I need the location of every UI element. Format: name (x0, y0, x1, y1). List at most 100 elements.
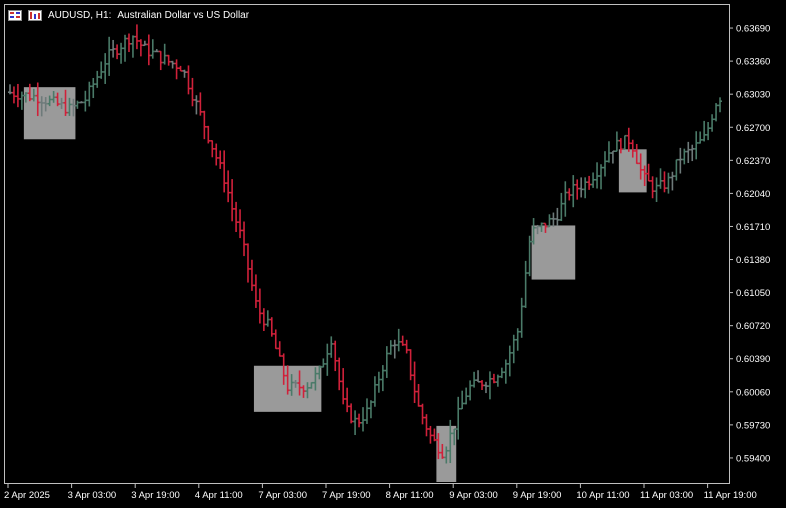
price-bar (265, 310, 270, 327)
x-tick-label: 9 Apr 03:00 (449, 490, 498, 501)
price-bar (249, 259, 254, 291)
price-bar (269, 317, 274, 337)
price-bar (579, 177, 584, 198)
y-tick-label: 0.61710 (736, 222, 770, 233)
price-bar (658, 168, 663, 189)
price-bar (154, 49, 159, 53)
price-bar (527, 235, 532, 277)
price-bar (126, 33, 131, 53)
price-bar (190, 77, 195, 107)
x-tick-label: 9 Apr 19:00 (513, 490, 562, 501)
price-axis: 0.63690 0.63360 0.63030 0.62700 0.62370 0.620… (729, 24, 770, 464)
time-axis: 2 Apr 2025 3 Apr 03:00 3 Apr 19:00 4 Apr 11… (4, 484, 757, 501)
price-bar (670, 171, 675, 191)
price-bar (555, 207, 560, 226)
price-bar (376, 371, 381, 393)
price-bar (146, 34, 151, 66)
price-bar (142, 40, 147, 47)
price-bar (361, 407, 366, 432)
price-bar (380, 365, 385, 392)
price-bar (622, 134, 627, 150)
price-bar (226, 170, 231, 203)
x-tick-label: 2 Apr 2025 (4, 490, 50, 501)
price-bar (119, 42, 124, 64)
price-bar (353, 410, 358, 436)
price-bar (614, 131, 619, 153)
x-tick-label: 11 Apr 19:00 (704, 490, 757, 501)
price-bar (591, 172, 596, 188)
price-bar (714, 103, 719, 122)
price-bar (384, 346, 389, 378)
price-bar (420, 403, 425, 425)
price-bar (87, 81, 92, 107)
price-bar (602, 151, 607, 177)
y-tick-label: 0.63690 (736, 24, 770, 35)
price-bar (432, 428, 437, 442)
symbol-label: AUDUSD, H1: (48, 9, 112, 21)
price-bar (123, 34, 128, 62)
price-bar (400, 335, 405, 346)
price-bar (412, 361, 417, 404)
price-bar (718, 97, 723, 113)
price-bar (428, 425, 433, 444)
price-bar (115, 44, 120, 60)
price-bar (138, 39, 143, 57)
symbol-description: Australian Dollar vs US Dollar (117, 9, 250, 21)
timeframe-icon[interactable] (28, 9, 42, 21)
x-tick-label: 3 Apr 03:00 (68, 490, 117, 501)
price-bar (654, 177, 659, 202)
price-bar (583, 177, 588, 199)
zone-layer (23, 87, 647, 482)
price-bar (182, 69, 187, 78)
y-tick-label: 0.60720 (736, 321, 770, 332)
price-bar (107, 36, 112, 76)
price-bar (468, 380, 473, 401)
price-bar (551, 212, 556, 227)
y-tick-label: 0.59400 (736, 453, 770, 464)
y-tick-label: 0.60060 (736, 387, 770, 398)
price-bar (519, 297, 524, 338)
y-tick-label: 0.63360 (736, 57, 770, 68)
price-bar (503, 359, 508, 384)
price-bar (595, 162, 600, 189)
price-bar (325, 343, 330, 376)
price-bar (690, 144, 695, 162)
price-bar (706, 122, 711, 141)
price-bar (210, 140, 215, 158)
price-bar (186, 65, 191, 95)
y-tick-label: 0.62040 (736, 189, 770, 200)
x-tick-label: 8 Apr 11:00 (386, 490, 434, 501)
price-bar (79, 101, 84, 104)
price-bar (202, 110, 207, 140)
price-bar (575, 179, 580, 200)
price-bar (166, 54, 171, 66)
price-bar (206, 125, 211, 144)
price-bar (392, 339, 397, 359)
price-bar (408, 349, 413, 381)
price-bar (710, 114, 715, 132)
price-bar (480, 380, 485, 390)
price-bar (499, 367, 504, 379)
price-bar (364, 398, 369, 424)
y-tick-label: 0.61380 (736, 255, 770, 266)
price-bar (162, 43, 167, 65)
chart-menu-icon[interactable] (8, 9, 22, 21)
price-bar (372, 376, 377, 407)
price-bar (610, 150, 615, 164)
price-bar (674, 158, 679, 181)
price-bar (277, 341, 282, 357)
price-bar (194, 95, 199, 115)
price-bar (646, 163, 651, 182)
price-bar (170, 60, 175, 69)
price-bar (337, 357, 342, 391)
x-tick-label: 3 Apr 19:00 (131, 490, 180, 501)
price-bar (158, 50, 163, 71)
x-tick-label: 11 Apr 03:00 (640, 490, 693, 501)
chart-header: AUDUSD, H1: Australian Dollar vs US Doll… (8, 7, 249, 23)
price-bar (178, 65, 183, 72)
price-bar (83, 90, 88, 112)
y-tick-label: 0.63030 (736, 90, 770, 101)
price-bar (396, 328, 401, 352)
price-bar (7, 84, 12, 95)
price-chart[interactable]: 0.63690 0.63360 0.63030 0.62700 0.62370 0.620… (0, 0, 786, 508)
